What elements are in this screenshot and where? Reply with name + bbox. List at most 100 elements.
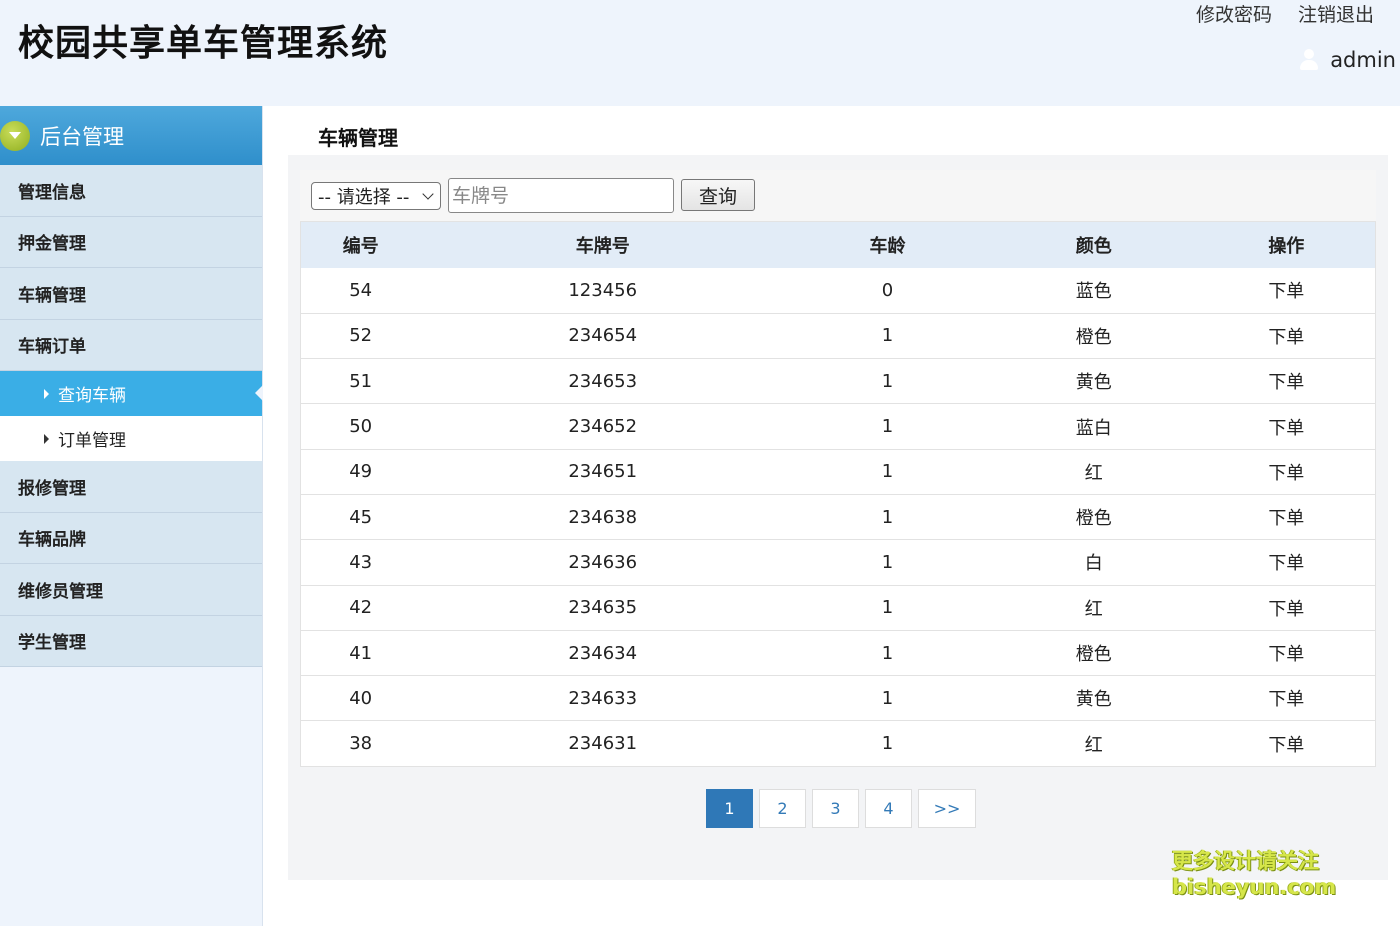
sidebar-item-info[interactable]: 管理信息 [0, 165, 262, 217]
table-row: 42 234635 1 红 下单 [300, 585, 1376, 631]
collapse-toggle-icon[interactable] [0, 120, 30, 151]
sidebar-item-vehicle-orders[interactable]: 车辆订单 [0, 319, 262, 371]
sidebar-item-vehicles[interactable]: 车辆管理 [0, 268, 262, 320]
cell-age: 1 [881, 461, 894, 483]
cell-age: 1 [881, 506, 894, 528]
table-row: 43 234636 1 白 下单 [300, 540, 1376, 586]
app-header: 校园共享单车管理系统 修改密码 注销退出 admin [0, 0, 1400, 106]
table-row: 52 234654 1 橙色 下单 [300, 313, 1376, 359]
table-header-row: 编号 车牌号 车龄 颜色 操作 [300, 222, 1376, 268]
cell-plate: 123456 [568, 279, 638, 301]
cell-age: 1 [881, 733, 894, 755]
cell-color: 蓝色 [1075, 281, 1112, 303]
order-action[interactable]: 下单 [1198, 585, 1376, 630]
query-button[interactable]: 查询 [681, 179, 755, 211]
cell-plate: 234652 [568, 416, 638, 438]
cell-color: 红 [1084, 462, 1103, 484]
table-row: 38 234631 1 红 下单 [300, 721, 1376, 767]
order-action[interactable]: 下单 [1198, 313, 1376, 358]
cell-id: 42 [349, 597, 373, 619]
cell-id: 40 [349, 687, 373, 709]
cell-plate: 234633 [568, 687, 638, 709]
sidebar-item-repairs[interactable]: 报修管理 [0, 461, 262, 513]
sidebar-item-deposit[interactable]: 押金管理 [0, 216, 262, 268]
cell-age: 0 [881, 279, 894, 301]
cell-age: 1 [881, 325, 894, 347]
order-action[interactable]: 下单 [1198, 630, 1376, 675]
cell-age: 1 [881, 416, 894, 438]
order-action[interactable]: 下单 [1198, 359, 1376, 404]
table-row: 40 234633 1 黄色 下单 [300, 676, 1376, 721]
cell-color: 橙色 [1075, 644, 1112, 666]
sidebar-item-students[interactable]: 学生管理 [0, 615, 262, 667]
cell-age: 1 [881, 687, 894, 709]
change-password-link[interactable]: 修改密码 [1196, 0, 1272, 27]
order-action[interactable]: 下单 [1198, 404, 1376, 449]
top-links: 修改密码 注销退出 [1196, 0, 1374, 27]
cell-id: 45 [349, 506, 373, 528]
sidebar-subitem-label: 订单管理 [58, 431, 126, 451]
order-action[interactable]: 下单 [1198, 268, 1376, 313]
sidebar-title: 后台管理 [40, 124, 124, 149]
order-action[interactable]: 下单 [1198, 676, 1376, 721]
cell-plate: 234651 [568, 461, 638, 483]
cell-color: 白 [1084, 553, 1103, 575]
col-header-age: 车龄 [869, 236, 906, 257]
cell-color: 红 [1084, 734, 1103, 756]
sidebar-subitem-label: 查询车辆 [58, 386, 126, 406]
watermark: 更多设计请关注 bisheyun.com [1172, 848, 1342, 900]
logout-link[interactable]: 注销退出 [1298, 0, 1374, 27]
cell-plate: 234636 [568, 551, 638, 573]
order-action[interactable]: 下单 [1198, 449, 1376, 494]
cell-plate: 234638 [568, 506, 638, 528]
cell-color: 蓝白 [1075, 417, 1112, 439]
page-button[interactable]: 1 [706, 789, 753, 828]
table-row: 45 234638 1 橙色 下单 [300, 494, 1376, 540]
watermark-line1: 更多设计请关注 [1172, 849, 1319, 873]
cell-plate: 234635 [568, 597, 638, 619]
order-action[interactable]: 下单 [1198, 540, 1376, 585]
sidebar-subitem-order-manage[interactable]: 订单管理 [0, 416, 262, 461]
sidebar-subitem-query-vehicle[interactable]: 查询车辆 [0, 371, 263, 416]
table-row: 51 234653 1 黄色 下单 [300, 359, 1376, 404]
caret-right-icon [44, 433, 49, 444]
table-row: 41 234634 1 橙色 下单 [300, 630, 1376, 676]
page-button[interactable]: 2 [759, 789, 806, 828]
cell-color: 红 [1084, 598, 1103, 620]
col-header-id: 编号 [342, 236, 379, 257]
col-header-plate: 车牌号 [575, 236, 630, 257]
cell-plate: 234631 [568, 733, 638, 755]
cell-plate: 234634 [568, 642, 638, 664]
watermark-line2: bisheyun.com [1172, 875, 1337, 899]
plate-search-input[interactable] [448, 178, 674, 213]
order-action[interactable]: 下单 [1198, 494, 1376, 539]
cell-id: 50 [349, 416, 373, 438]
table-row: 50 234652 1 蓝白 下单 [300, 404, 1376, 450]
cell-id: 41 [349, 642, 373, 664]
cell-age: 1 [881, 370, 894, 392]
table-row: 54 123456 0 蓝色 下单 [300, 268, 1376, 314]
cell-color: 黄色 [1075, 372, 1112, 394]
cell-age: 1 [881, 551, 894, 573]
page-title: 车辆管理 [318, 126, 398, 150]
cell-color: 橙色 [1075, 508, 1112, 530]
cell-color: 黄色 [1075, 689, 1112, 711]
cell-id: 54 [349, 279, 373, 301]
chevron-down-icon [422, 188, 434, 200]
page-button[interactable]: 3 [812, 789, 859, 828]
vehicle-table: 编号 车牌号 车龄 颜色 操作 54 123456 0 蓝色 下单 52 234654 1 橙色… [300, 222, 1376, 767]
cell-id: 49 [349, 461, 373, 483]
order-action[interactable]: 下单 [1198, 721, 1376, 766]
table-body: 54 123456 0 蓝色 下单 52 234654 1 橙色 下单 51 234653 1 黄色 下单 5… [300, 268, 1376, 767]
filter-select-value: -- 请选择 -- [318, 187, 410, 208]
cell-age: 1 [881, 597, 894, 619]
page-button[interactable]: 4 [865, 789, 912, 828]
col-header-color: 颜色 [1075, 236, 1112, 257]
next-page-button[interactable]: >> [918, 789, 976, 828]
cell-id: 38 [349, 733, 373, 755]
sidebar-item-repairmen[interactable]: 维修员管理 [0, 564, 262, 616]
user-icon [1300, 49, 1319, 71]
filter-select[interactable]: -- 请选择 -- [311, 182, 441, 210]
sidebar-header[interactable]: 后台管理 [0, 106, 262, 165]
sidebar-item-brands[interactable]: 车辆品牌 [0, 512, 262, 564]
